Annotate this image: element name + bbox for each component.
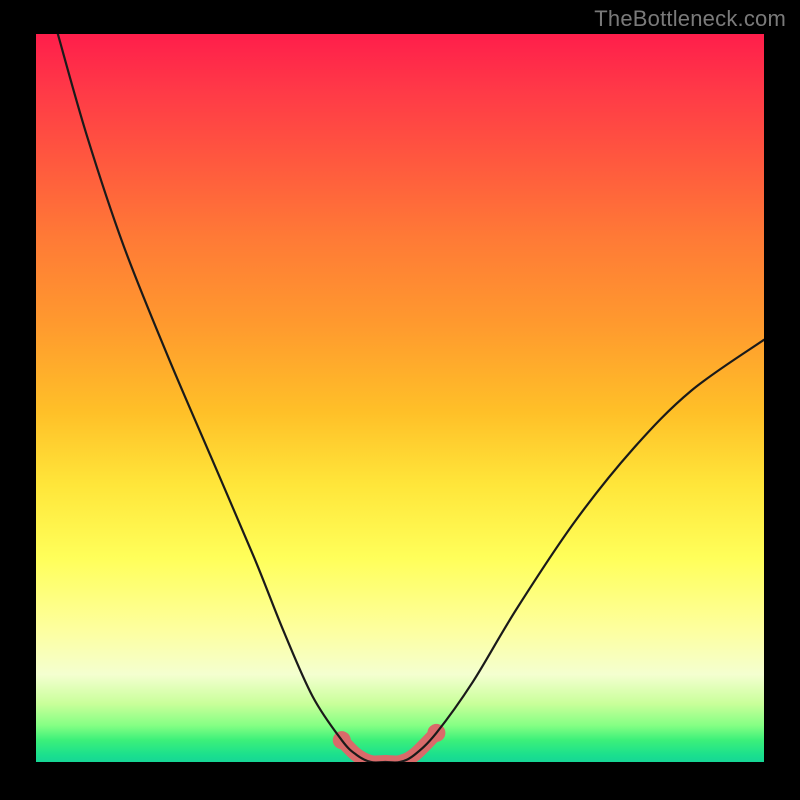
curve-svg	[36, 34, 764, 762]
watermark-text: TheBottleneck.com	[594, 6, 786, 32]
plot-area	[36, 34, 764, 762]
curve-main	[58, 34, 764, 762]
chart-frame: TheBottleneck.com	[0, 0, 800, 800]
